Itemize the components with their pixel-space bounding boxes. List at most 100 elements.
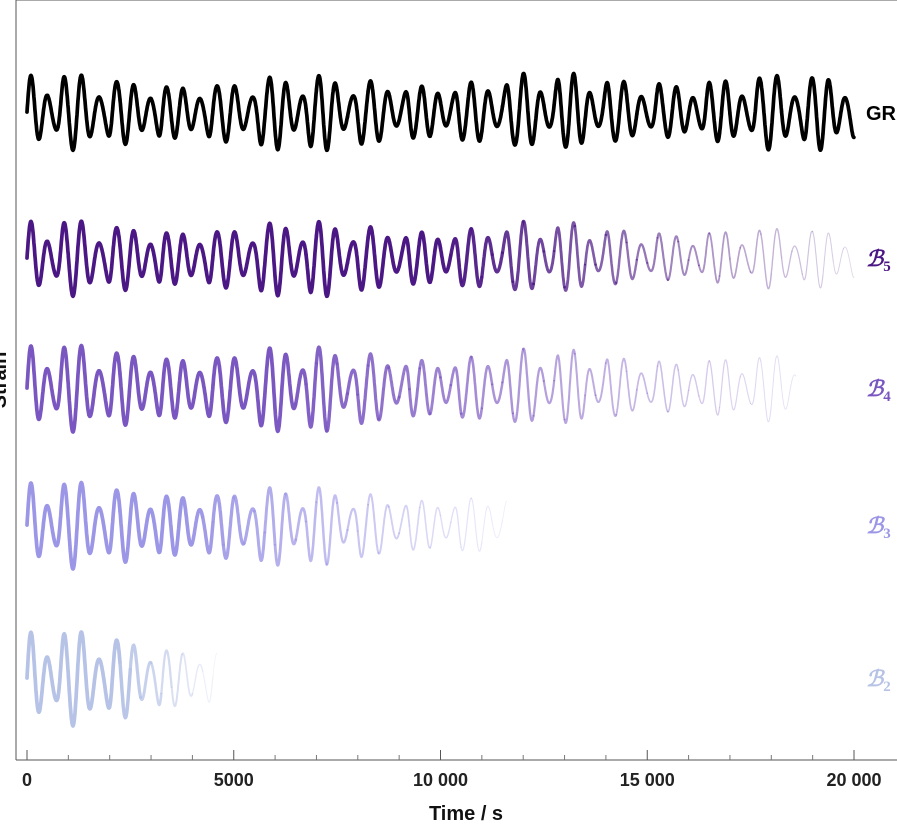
series-b5-segment xyxy=(76,219,91,284)
series-b4-segment xyxy=(335,362,350,409)
series-b5-segment xyxy=(843,246,855,278)
series-gr-segment xyxy=(118,98,133,147)
series-b2-segment xyxy=(56,631,71,699)
series-b3-segment xyxy=(315,486,328,566)
series-b5-segment xyxy=(190,242,205,276)
series-b5-segment xyxy=(231,230,246,278)
series-b5-segment xyxy=(355,236,370,292)
series-label-b5: ℬ5 xyxy=(866,246,891,275)
series-b2-segment xyxy=(181,652,194,697)
waveform-traces xyxy=(25,71,856,728)
series-b5-segment xyxy=(366,225,381,289)
series-b4-segment xyxy=(646,365,659,403)
series-b5-segment xyxy=(801,230,814,281)
series-b3-segment xyxy=(45,504,60,548)
series-b4-segment xyxy=(418,358,432,416)
series-b2-segment xyxy=(87,657,102,711)
series-b2-segment xyxy=(118,661,133,720)
series-b5-segment xyxy=(480,235,494,279)
series-b5-trace xyxy=(25,219,855,299)
series-b4-segment xyxy=(66,363,81,434)
series-b4-segment xyxy=(532,366,545,417)
series-b4-segment xyxy=(501,358,515,415)
series-gr-segment xyxy=(448,90,463,138)
series-b4-segment xyxy=(45,367,60,411)
series-b4-segment xyxy=(190,370,205,408)
series-b3-segment xyxy=(429,506,442,549)
series-b5-segment xyxy=(718,231,731,277)
series-b3-segment xyxy=(25,481,40,552)
series-b4-segment xyxy=(698,360,710,405)
series-b4-segment xyxy=(242,369,257,410)
series-b2-segment xyxy=(35,655,50,715)
series-b4-segment xyxy=(470,355,484,420)
series-gr-segment xyxy=(376,89,391,143)
series-gr-segment xyxy=(552,77,567,146)
series-gr-segment xyxy=(231,84,246,132)
series-b2-segment xyxy=(45,655,60,703)
series-b3-segment xyxy=(325,494,339,566)
series-gr-segment xyxy=(211,84,226,132)
series-b5-segment xyxy=(138,242,153,279)
series-gr-segment xyxy=(748,76,763,133)
series-b5-segment xyxy=(749,229,762,274)
series-b3-trace xyxy=(25,480,507,571)
series-b2-segment xyxy=(25,630,40,708)
series-gr-segment xyxy=(831,97,846,135)
series-gr-segment xyxy=(138,96,153,133)
x-tick-label: 5000 xyxy=(214,770,254,790)
series-b3-segment xyxy=(284,492,298,546)
series-b4-segment xyxy=(781,380,793,410)
series-b4-segment xyxy=(118,372,133,427)
series-b2-segment xyxy=(66,652,81,728)
series-b4-segment xyxy=(262,346,277,411)
series-gr-segment xyxy=(604,80,619,143)
series-b5-segment xyxy=(180,232,195,278)
series-gr-segment xyxy=(790,95,805,134)
series-b4-segment xyxy=(56,345,71,408)
series-b5-segment xyxy=(345,240,360,266)
series-gr-segment xyxy=(562,71,577,149)
series-b4-segment xyxy=(366,352,380,421)
series-b4-segment xyxy=(708,360,721,416)
series-b4-segment xyxy=(542,379,556,405)
series-b5-segment xyxy=(573,225,587,288)
series-b4-segment xyxy=(604,358,618,418)
series-b4-segment xyxy=(729,376,741,411)
series-b5-segment xyxy=(262,221,277,278)
series-b5-segment xyxy=(791,245,803,275)
series-b5-segment xyxy=(490,251,505,274)
series-b4-segment xyxy=(739,373,752,404)
series-b3-segment xyxy=(419,499,431,549)
series-b4-segment xyxy=(490,381,504,405)
series-gr-segment xyxy=(355,90,370,146)
series-b5-segment xyxy=(459,227,474,288)
series-gr-segment xyxy=(335,88,350,132)
series-b3-segment xyxy=(35,503,50,559)
series-gr-segment xyxy=(614,79,629,142)
series-gr-segment xyxy=(242,95,257,131)
series-gr-segment xyxy=(324,81,339,153)
series-gr-segment xyxy=(262,75,277,132)
series-gr-segment xyxy=(573,75,587,145)
series-b4-segment xyxy=(376,364,391,422)
series-b2-segment xyxy=(97,657,112,710)
series-b3-segment xyxy=(387,505,401,540)
series-b4-segment xyxy=(35,366,50,422)
series-gr-segment xyxy=(686,95,701,123)
series-b4-segment xyxy=(439,376,453,405)
series-b5-segment xyxy=(780,250,793,278)
series-b5-segment xyxy=(666,235,680,281)
series-b4-segment xyxy=(522,347,535,422)
series-b4-segment xyxy=(76,343,91,417)
x-axis-label: Time / s xyxy=(429,803,503,825)
series-b5-segment xyxy=(221,231,236,290)
series-b4-segment xyxy=(356,364,370,426)
series-gr-segment xyxy=(190,96,205,130)
series-b4-segment xyxy=(387,366,401,405)
series-b5-segment xyxy=(583,238,597,266)
series-gr-trace xyxy=(25,71,856,153)
series-b5-segment xyxy=(97,241,112,284)
series-gr-segment xyxy=(159,85,174,128)
series-b2-segment xyxy=(170,653,184,708)
